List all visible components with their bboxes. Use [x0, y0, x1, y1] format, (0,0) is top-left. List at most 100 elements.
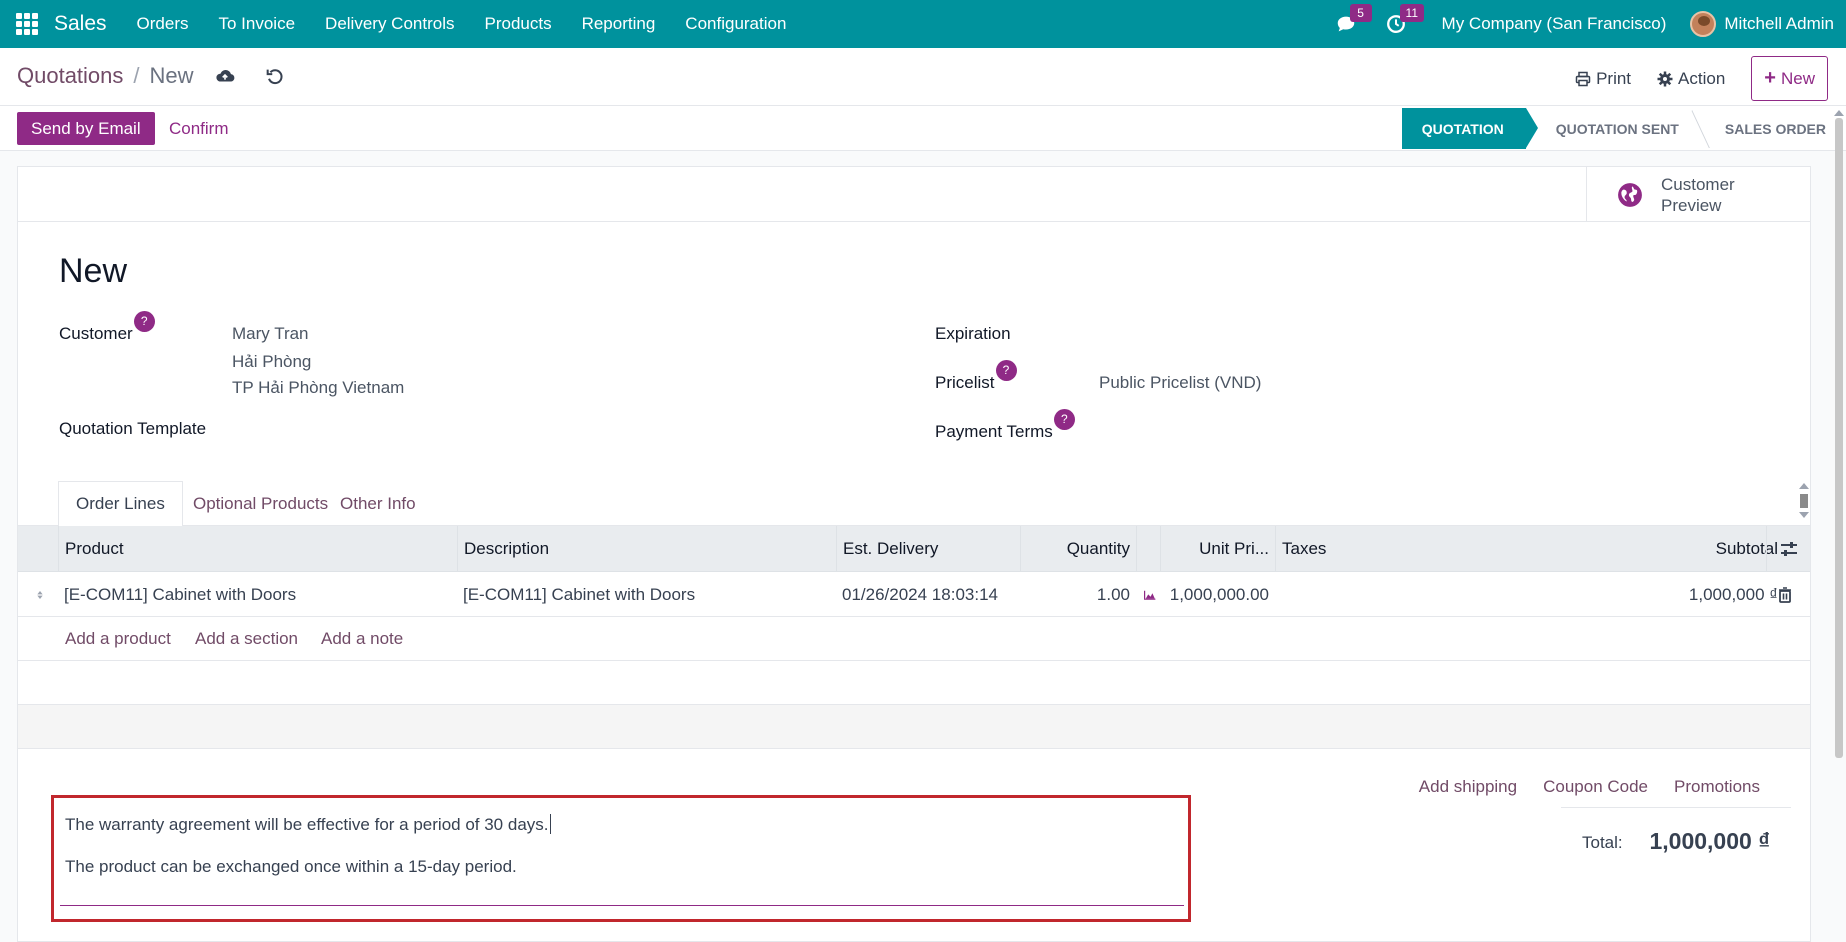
page-scrollbar[interactable] [1832, 106, 1846, 942]
pricelist-label: Pricelist? [935, 360, 1017, 394]
print-label: Print [1596, 68, 1632, 88]
note-line: The warranty agreement will be effective… [65, 814, 551, 834]
print-icon [1575, 71, 1591, 86]
empty-row [18, 661, 1810, 705]
column-product[interactable]: Product [58, 526, 457, 572]
customer-preview-label: Customer Preview [1661, 174, 1735, 215]
app-name[interactable]: Sales [54, 12, 107, 36]
new-label: New [1780, 68, 1815, 88]
total-divider [1561, 807, 1791, 808]
stage-quotation-sent[interactable]: QUOTATION SENT [1526, 108, 1701, 149]
pricelist-value[interactable]: Public Pricelist (VND) [1099, 373, 1261, 393]
forecast-button[interactable] [1138, 572, 1162, 617]
confirm-button[interactable]: Confirm [169, 112, 229, 145]
help-icon[interactable]: ? [995, 360, 1017, 381]
control-panel: Quotations / New Print Action + New [0, 48, 1846, 106]
stage-sales-order[interactable]: SALES ORDER [1701, 108, 1846, 149]
breadcrumb: Quotations / New [17, 63, 286, 89]
cell-est-delivery[interactable]: 01/26/2024 18:03:14 [836, 572, 1020, 617]
expiration-label: Expiration [935, 324, 1011, 343]
column-subtotal[interactable]: Subtotal [1654, 526, 1784, 572]
menu-to-invoice[interactable]: To Invoice [219, 14, 296, 34]
avatar[interactable] [1690, 11, 1717, 37]
new-button[interactable]: + New [1751, 56, 1828, 101]
print-button[interactable]: Print [1575, 69, 1631, 89]
menu-orders[interactable]: Orders [137, 14, 189, 34]
stage-quotation[interactable]: QUOTATION [1401, 108, 1538, 149]
table-scrollbar[interactable] [1797, 483, 1811, 523]
coupon-code-button[interactable]: Coupon Code [1543, 777, 1648, 797]
total-label: Total: [1582, 833, 1623, 852]
column-forecast [1136, 526, 1160, 572]
plus-icon: + [1764, 67, 1776, 89]
column-description[interactable]: Description [457, 526, 836, 572]
promotions-button[interactable]: Promotions [1674, 777, 1760, 797]
cell-taxes[interactable] [1275, 572, 1654, 617]
customer-address-line1: Hải Phòng [232, 352, 312, 371]
delete-line-button[interactable] [1772, 572, 1802, 617]
action-button[interactable]: Action [1657, 69, 1725, 89]
status-bar: Send by Email Confirm QUOTATION QUOTATIO… [0, 106, 1846, 151]
empty-row [18, 705, 1810, 749]
form-sheet: Customer Preview New Customer? Mary Tran… [17, 166, 1811, 942]
menu-delivery-controls[interactable]: Delivery Controls [325, 14, 454, 34]
undo-icon[interactable] [264, 65, 286, 87]
customer-address-line2: TP Hải Phòng Vietnam [232, 378, 405, 397]
menu-products[interactable]: Products [484, 14, 551, 34]
add-line-row: Add a product Add a section Add a note [18, 617, 1810, 661]
column-est-delivery[interactable]: Est. Delivery [836, 526, 1020, 572]
table-row[interactable]: [E-COM11] Cabinet with Doors [E-COM11] C… [18, 572, 1810, 617]
top-navbar: Sales Orders To Invoice Delivery Control… [0, 0, 1846, 48]
column-settings-icon [1780, 542, 1797, 556]
trash-icon [1779, 586, 1791, 603]
order-lines-header: Product Description Est. Delivery Quanti… [18, 526, 1810, 572]
page-title: New [59, 252, 128, 290]
breadcrumb-current: New [149, 63, 194, 88]
column-taxes[interactable]: Taxes [1275, 526, 1654, 572]
cloud-upload-icon[interactable] [214, 65, 236, 87]
area-chart-icon [1144, 590, 1156, 600]
cell-subtotal: 1,000,000 ₫ [1688, 584, 1778, 604]
terms-note-field[interactable]: The warranty agreement will be effective… [60, 798, 1184, 906]
tab-optional-products[interactable]: Optional Products [176, 481, 345, 526]
help-icon[interactable]: ? [1053, 409, 1075, 430]
quotation-template-label: Quotation Template [59, 419, 207, 438]
customer-name[interactable]: Mary Tran [232, 324, 309, 344]
total-value: 1,000,000 ₫ [1649, 828, 1770, 854]
user-menu[interactable]: Mitchell Admin [1724, 14, 1834, 34]
add-section-link[interactable]: Add a section [195, 617, 298, 661]
menu-configuration[interactable]: Configuration [685, 14, 786, 34]
breadcrumb-quotations[interactable]: Quotations [17, 63, 123, 89]
globe-icon [1618, 182, 1642, 207]
tab-order-lines[interactable]: Order Lines [58, 481, 183, 527]
cell-unit-price[interactable]: 1,000,000.00 [1160, 572, 1275, 617]
payment-terms-label: Payment Terms? [935, 409, 1075, 443]
drag-handle-icon[interactable] [30, 572, 50, 617]
breadcrumb-separator: / [133, 63, 140, 88]
customer-label: Customer? [59, 311, 155, 345]
cell-quantity[interactable]: 1.00 [1020, 572, 1136, 617]
column-quantity[interactable]: Quantity [1020, 526, 1136, 572]
add-shipping-button[interactable]: Add shipping [1419, 777, 1517, 797]
cell-product[interactable]: [E-COM11] Cabinet with Doors [58, 572, 457, 617]
customer-preview-button[interactable]: Customer Preview [1586, 167, 1810, 222]
activities-button[interactable]: 11 [1376, 0, 1425, 48]
column-settings-button[interactable] [1766, 526, 1810, 572]
send-by-email-button[interactable]: Send by Email [17, 112, 155, 145]
menu-reporting[interactable]: Reporting [582, 14, 656, 34]
help-icon[interactable]: ? [133, 311, 155, 332]
apps-grid-icon[interactable] [16, 13, 38, 35]
note-line: The product can be exchanged once within… [65, 857, 517, 876]
cell-description[interactable]: [E-COM11] Cabinet with Doors [457, 572, 836, 617]
action-label: Action [1678, 68, 1726, 88]
button-box: Customer Preview [18, 167, 1810, 222]
stage-pipeline: QUOTATION QUOTATION SENT SALES ORDER [1401, 108, 1846, 149]
messages-badge: 5 [1349, 4, 1372, 22]
column-unit-price[interactable]: Unit Pri... [1160, 526, 1275, 572]
add-product-link[interactable]: Add a product [65, 617, 171, 661]
messages-button[interactable]: 5 [1326, 0, 1372, 48]
add-note-link[interactable]: Add a note [321, 617, 403, 661]
tab-other-info[interactable]: Other Info [323, 481, 433, 526]
company-switcher[interactable]: My Company (San Francisco) [1442, 14, 1667, 34]
terms-note-highlight: The warranty agreement will be effective… [51, 795, 1191, 922]
